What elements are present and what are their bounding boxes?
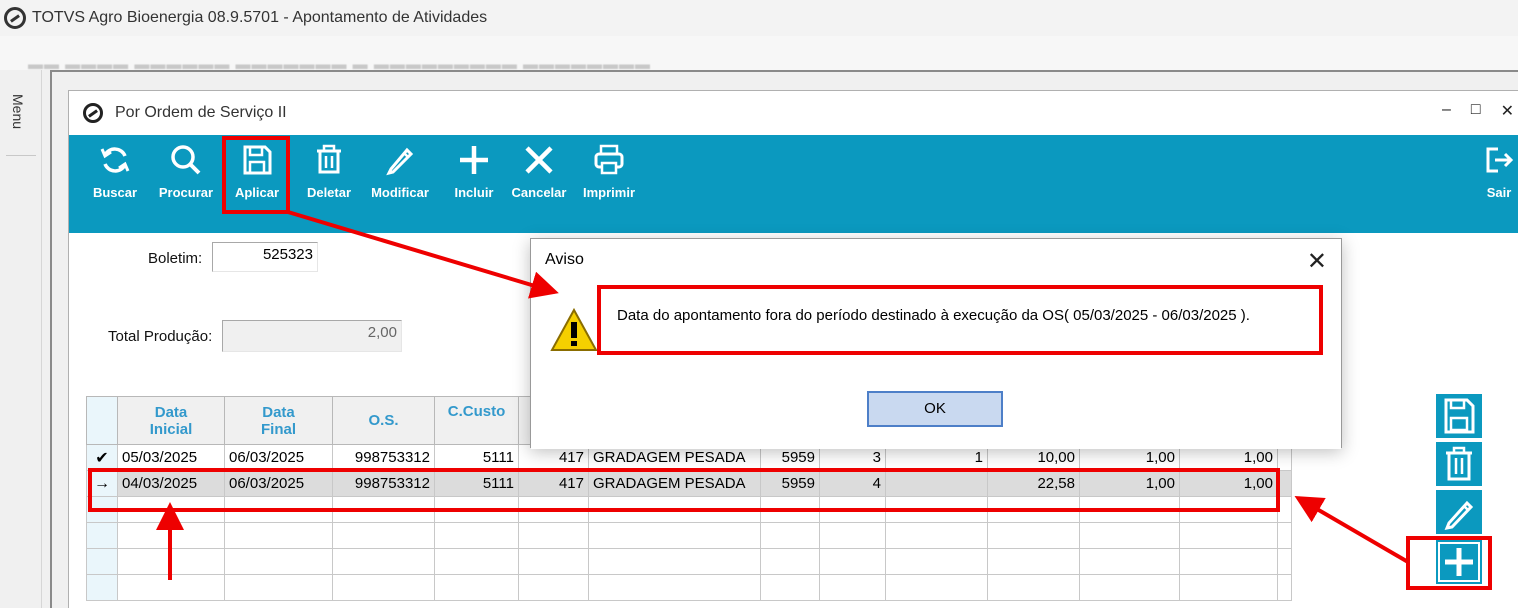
- modificar-button[interactable]: Modificar: [367, 143, 433, 200]
- aplicar-button[interactable]: Aplicar: [231, 143, 283, 200]
- sair-button[interactable]: Sair: [1479, 143, 1518, 200]
- aviso-dialog: Aviso ✕ Data do apontamento fora do perí…: [530, 238, 1342, 449]
- cell-data-final[interactable]: 06/03/2025: [224, 444, 333, 471]
- plus-icon: [460, 146, 488, 174]
- deletar-button[interactable]: Deletar: [303, 143, 355, 200]
- background-strip: ▬▬ ▬▬▬▬ ▬▬▬▬▬▬ ▬▬▬▬▬▬▬ ▬ ▬▬▬▬▬▬▬▬▬ ▬▬▬▬▬…: [0, 36, 1518, 73]
- menu-label: Menu: [10, 94, 26, 130]
- cell-data-inicial[interactable]: 04/03/2025: [117, 470, 225, 497]
- cell-os[interactable]: 998753312: [332, 470, 435, 497]
- refresh-icon: [100, 147, 130, 173]
- cell-operacao[interactable]: 417: [518, 470, 589, 497]
- imprimir-label: Imprimir: [582, 185, 635, 200]
- deletar-label: Deletar: [306, 185, 352, 200]
- window-titlebar: Por Ordem de Serviço II – □ ✕: [69, 91, 1518, 135]
- cell-11[interactable]: 1,00: [1079, 470, 1180, 497]
- ok-button[interactable]: OK: [867, 391, 1003, 427]
- cell-7[interactable]: 5959: [760, 470, 820, 497]
- cell-os[interactable]: 998753312: [332, 444, 435, 471]
- total-producao-field: 2,00: [222, 320, 402, 352]
- menu-tab[interactable]: Menu: [6, 90, 36, 156]
- toolbar: Buscar Procurar Aplicar Deletar Modifica…: [69, 135, 1518, 233]
- table-row-empty[interactable]: [86, 522, 1292, 549]
- cell-scroll: [1277, 470, 1292, 497]
- x-icon: [525, 146, 553, 174]
- dialog-title: Aviso: [531, 239, 1341, 283]
- search-icon: [171, 145, 201, 175]
- totvs-logo-icon: [4, 7, 26, 29]
- total-producao-label: Total Produção:: [108, 328, 213, 345]
- side-add-button[interactable]: [1436, 540, 1482, 584]
- cell-data-final[interactable]: 06/03/2025: [224, 470, 333, 497]
- trash-icon: [317, 144, 341, 174]
- aplicar-label: Aplicar: [234, 185, 280, 200]
- col-ccusto[interactable]: C.Custo: [434, 396, 519, 445]
- cell-ccusto[interactable]: 5111: [434, 470, 519, 497]
- check-icon: ✔: [86, 444, 118, 471]
- exit-icon: [1486, 147, 1514, 173]
- cell-9[interactable]: [885, 470, 988, 497]
- cell-ccusto[interactable]: 5111: [434, 444, 519, 471]
- col-data-inicial[interactable]: Data Inicial: [117, 396, 225, 445]
- dialog-message: Data do apontamento fora do período dest…: [617, 307, 1250, 324]
- cell-descricao[interactable]: GRADAGEM PESADA: [588, 470, 761, 497]
- printer-icon: [594, 144, 624, 175]
- buscar-button[interactable]: Buscar: [89, 143, 141, 200]
- close-window-icon[interactable]: ✕: [1501, 101, 1514, 121]
- side-delete-button[interactable]: [1436, 442, 1482, 486]
- dialog-body: Data do apontamento fora do período dest…: [531, 283, 1341, 449]
- cancelar-label: Cancelar: [511, 185, 567, 200]
- window-logo-icon: [83, 103, 103, 123]
- cell-8[interactable]: 4: [819, 470, 886, 497]
- warning-icon: [550, 307, 598, 351]
- table-row-empty[interactable]: [86, 574, 1292, 601]
- buscar-label: Buscar: [92, 185, 138, 200]
- pencil-icon: [1444, 500, 1474, 531]
- row-pointer-icon: →: [86, 470, 118, 497]
- incluir-button[interactable]: Incluir: [449, 143, 499, 200]
- sair-label: Sair: [1486, 185, 1512, 200]
- table-row-empty[interactable]: [86, 548, 1292, 575]
- save-icon: [1444, 398, 1475, 434]
- dialog-close-icon[interactable]: ✕: [1307, 247, 1327, 276]
- app-titlebar: TOTVS Agro Bioenergia 08.9.5701 - Aponta…: [0, 0, 1518, 36]
- side-edit-button[interactable]: [1436, 490, 1482, 534]
- modificar-label: Modificar: [371, 185, 429, 200]
- imprimir-button[interactable]: Imprimir: [579, 143, 639, 200]
- save-icon: [243, 145, 272, 175]
- table-row-empty[interactable]: [86, 496, 1292, 523]
- maximize-icon[interactable]: □: [1471, 101, 1481, 121]
- window-title: Por Ordem de Serviço II: [115, 104, 287, 121]
- plus-icon: [1438, 542, 1480, 582]
- trash-icon: [1446, 446, 1472, 481]
- minimize-icon[interactable]: –: [1442, 101, 1451, 121]
- cell-12[interactable]: 1,00: [1179, 470, 1278, 497]
- boletim-input[interactable]: 525323: [212, 242, 318, 272]
- table-row-selected[interactable]: → 04/03/2025 06/03/2025 998753312 5111 4…: [86, 470, 1292, 497]
- app-title: TOTVS Agro Bioenergia 08.9.5701 - Aponta…: [32, 9, 488, 26]
- procurar-label: Procurar: [158, 185, 214, 200]
- cell-data-inicial[interactable]: 05/03/2025: [117, 444, 225, 471]
- side-save-button[interactable]: [1436, 394, 1482, 438]
- procurar-button[interactable]: Procurar: [155, 143, 217, 200]
- col-data-final[interactable]: Data Final: [224, 396, 333, 445]
- cell-10[interactable]: 22,58: [987, 470, 1080, 497]
- pencil-icon: [386, 147, 414, 176]
- cancelar-button[interactable]: Cancelar: [509, 143, 569, 200]
- menu-rail: Menu: [0, 70, 42, 608]
- boletim-label: Boletim:: [148, 250, 203, 267]
- col-os[interactable]: O.S.: [332, 396, 435, 445]
- window-controls: – □ ✕: [1442, 101, 1518, 121]
- grid-indicator-header: [86, 396, 118, 445]
- incluir-label: Incluir: [454, 185, 494, 200]
